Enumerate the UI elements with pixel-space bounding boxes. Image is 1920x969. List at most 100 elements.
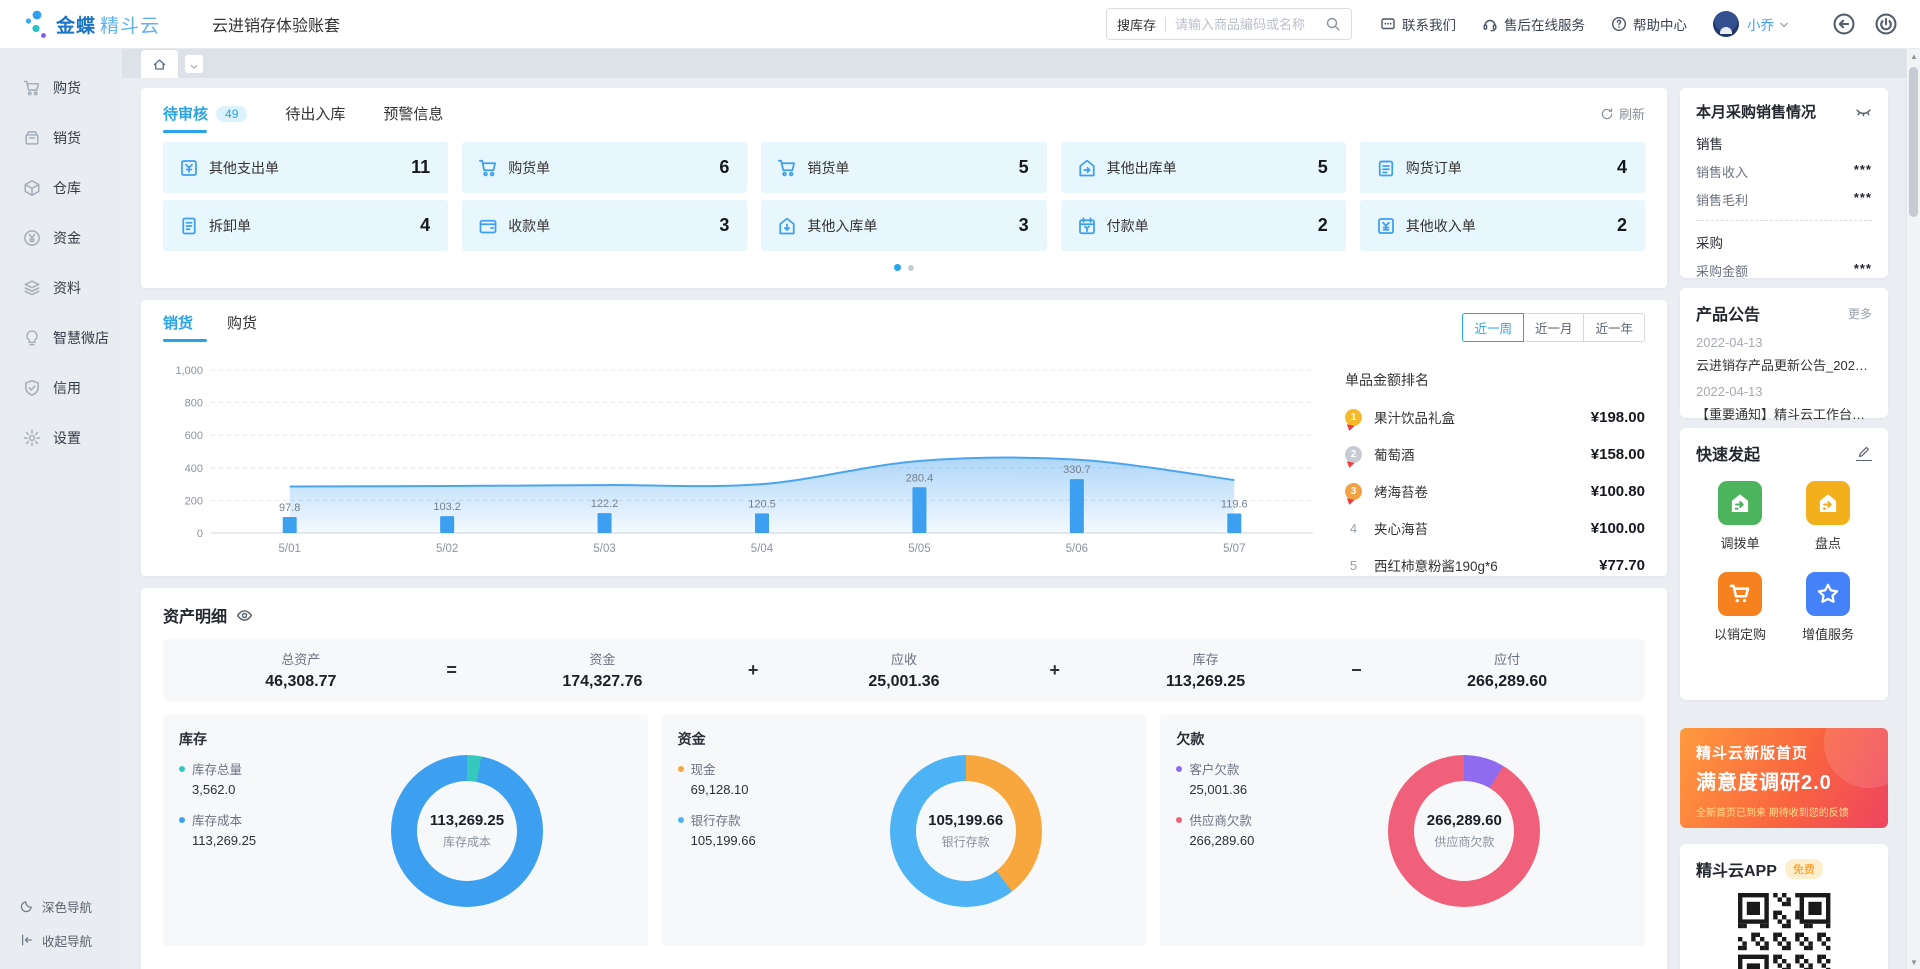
pending-card-count: 5 xyxy=(1318,157,1328,178)
refresh-icon xyxy=(1600,107,1614,121)
ranking-row[interactable]: 1果汁饮品礼盒¥198.00 xyxy=(1345,407,1645,427)
gear-icon xyxy=(23,429,41,447)
donut-chart: 105,199.66银行存款 xyxy=(890,755,1042,907)
top-link-label: 帮助中心 xyxy=(1633,14,1687,34)
quick-action-house-swap[interactable]: 调拨单 xyxy=(1696,481,1784,552)
house-swap-icon xyxy=(1718,481,1762,525)
avatar[interactable] xyxy=(1713,11,1739,37)
svg-text:280.4: 280.4 xyxy=(906,472,934,484)
pending-card[interactable]: 购货订单4 xyxy=(1360,142,1645,193)
quick-action-star[interactable]: 增值服务 xyxy=(1784,572,1872,643)
app-card-title: 精斗云APP xyxy=(1696,857,1777,881)
pending-card[interactable]: 其他入库单3 xyxy=(761,200,1046,251)
survey-banner[interactable]: 精斗云新版首页 满意度调研2.0 全新首页已到来 期待收到您的反馈 xyxy=(1680,728,1888,828)
brand-logo[interactable]: 金蝶 精斗云 xyxy=(24,8,160,40)
page-scrollbar[interactable]: ▲ ▼ xyxy=(1906,49,1920,969)
search-icon[interactable] xyxy=(1325,16,1341,32)
legend-item: 现金69,128.10 xyxy=(678,759,756,797)
notice-more-link[interactable]: 更多 xyxy=(1848,305,1872,322)
sidebar-footer-moon[interactable]: 深色导航 xyxy=(0,889,122,923)
eye-icon[interactable] xyxy=(236,607,253,624)
logo-text-strong: 金蝶 xyxy=(56,11,96,38)
notice-item[interactable]: 2022-04-13云进销存产品更新公告_20220... xyxy=(1696,335,1872,374)
sidebar-item-warehouse[interactable]: 仓库 xyxy=(0,163,122,213)
house-swap-icon xyxy=(1806,481,1850,525)
pending-card-count: 3 xyxy=(1019,215,1029,236)
pending-tab[interactable]: 预警信息 xyxy=(383,103,443,133)
top-link-headset[interactable]: 售后在线服务 xyxy=(1482,14,1585,34)
pending-card[interactable]: 其他出库单5 xyxy=(1061,142,1346,193)
pending-card[interactable]: 其他收入单2 xyxy=(1360,200,1645,251)
sidebar-item-shield[interactable]: 信用 xyxy=(0,363,122,413)
pending-card-count: 3 xyxy=(719,215,729,236)
trend-tab-label: 购货 xyxy=(227,312,257,333)
cart-icon xyxy=(23,79,41,97)
refresh-button[interactable]: 刷新 xyxy=(1600,104,1645,132)
period-button[interactable]: 近一月 xyxy=(1523,313,1585,342)
user-menu[interactable]: 小乔 xyxy=(1713,11,1790,37)
pending-tab-label: 待审核 xyxy=(163,103,208,124)
logo-dots-icon xyxy=(24,8,50,40)
donut-legend: 现金69,128.10银行存款105,199.66 xyxy=(678,759,756,861)
period-button[interactable]: 近一年 xyxy=(1583,313,1645,342)
rank-number: 5 xyxy=(1345,558,1362,573)
inventory-search[interactable]: 搜库存 xyxy=(1106,8,1352,40)
donut-chart: 113,269.25库存成本 xyxy=(391,755,543,907)
notice-text[interactable]: 云进销存产品更新公告_20220... xyxy=(1696,355,1872,374)
pending-card[interactable]: 销货单5 xyxy=(761,142,1046,193)
trend-tab[interactable]: 购货 xyxy=(227,312,257,342)
pending-card[interactable]: 收款单 3 xyxy=(462,200,747,251)
sidebar-item-label: 仓库 xyxy=(53,178,81,198)
search-input[interactable] xyxy=(1175,17,1325,32)
scrollbar-up-arrow[interactable]: ▲ xyxy=(1907,49,1920,63)
tab-dropdown-button[interactable] xyxy=(185,55,203,73)
logout-icon[interactable] xyxy=(1874,12,1898,36)
sidebar-item-gear[interactable]: 设置 xyxy=(0,413,122,463)
scrollbar-thumb[interactable] xyxy=(1909,67,1918,217)
pending-card[interactable]: 拆卸单4 xyxy=(163,200,448,251)
sidebar-item-bulb[interactable]: 智慧微店 xyxy=(0,313,122,363)
asset-summary-item: 库存113,269.25 xyxy=(1068,649,1344,691)
trend-tab[interactable]: 销货 xyxy=(163,312,193,342)
sidebar-item-layers[interactable]: 资料 xyxy=(0,263,122,313)
top-link-help[interactable]: 帮助中心 xyxy=(1611,14,1687,34)
ranking-row[interactable]: 4夹心海苔¥100.00 xyxy=(1345,518,1645,538)
top-link-chat[interactable]: 联系我们 xyxy=(1380,14,1456,34)
pagination-dot[interactable] xyxy=(908,265,914,271)
quick-action-house-swap[interactable]: 盘点 xyxy=(1784,481,1872,552)
chevron-down-icon xyxy=(1778,18,1790,30)
notice-item[interactable]: 2022-04-13【重要通知】精斗云工作台域... xyxy=(1696,384,1872,423)
pending-tab[interactable]: 待出入库 xyxy=(285,103,345,133)
ranking-row[interactable]: 5西红柿意粉酱190g*6¥77.70 xyxy=(1345,555,1645,575)
rank-medal-icon: 3 xyxy=(1345,483,1362,500)
pagination-dot-active[interactable] xyxy=(894,264,901,271)
search-scope-selector[interactable]: 搜库存 xyxy=(1117,15,1156,34)
svg-text:5/01: 5/01 xyxy=(279,543,301,555)
sidebar-item-cart[interactable]: 购货 xyxy=(0,63,122,113)
product-amount: ¥100.00 xyxy=(1591,520,1645,537)
eye-off-icon[interactable] xyxy=(1855,103,1872,120)
home-tab[interactable] xyxy=(141,50,178,78)
edit-icon[interactable] xyxy=(1856,445,1872,461)
summary-label: 资金 xyxy=(465,649,741,668)
summary-value: 266,289.60 xyxy=(1369,673,1645,691)
section-header: 采购 xyxy=(1696,232,1872,252)
pending-card[interactable]: 其他支出单11 xyxy=(163,142,448,193)
pending-card[interactable]: 付款单2 xyxy=(1061,200,1346,251)
pending-card-label: 收款单 xyxy=(508,216,550,236)
period-button[interactable]: 近一周 xyxy=(1462,313,1524,342)
legend-item: 库存总量3,562.0 xyxy=(179,759,256,797)
ranking-row[interactable]: 2葡萄酒¥158.00 xyxy=(1345,444,1645,464)
back-version-icon[interactable] xyxy=(1832,12,1856,36)
pending-card[interactable]: 购货单6 xyxy=(462,142,747,193)
quick-action-label: 盘点 xyxy=(1815,533,1841,552)
notice-text[interactable]: 【重要通知】精斗云工作台域... xyxy=(1696,404,1872,423)
ranking-row[interactable]: 3烤海苔卷¥100.80 xyxy=(1345,481,1645,501)
legend-dot xyxy=(678,766,684,772)
sidebar-item-funds[interactable]: 资金 xyxy=(0,213,122,263)
sidebar-footer-collapse[interactable]: 收起导航 xyxy=(0,923,122,957)
sidebar-item-sell[interactable]: 销货 xyxy=(0,113,122,163)
scrollbar-down-arrow[interactable]: ▼ xyxy=(1907,955,1920,969)
pending-tab[interactable]: 待审核49 xyxy=(163,103,247,133)
quick-action-cart-solid[interactable]: 以销定购 xyxy=(1696,572,1784,643)
